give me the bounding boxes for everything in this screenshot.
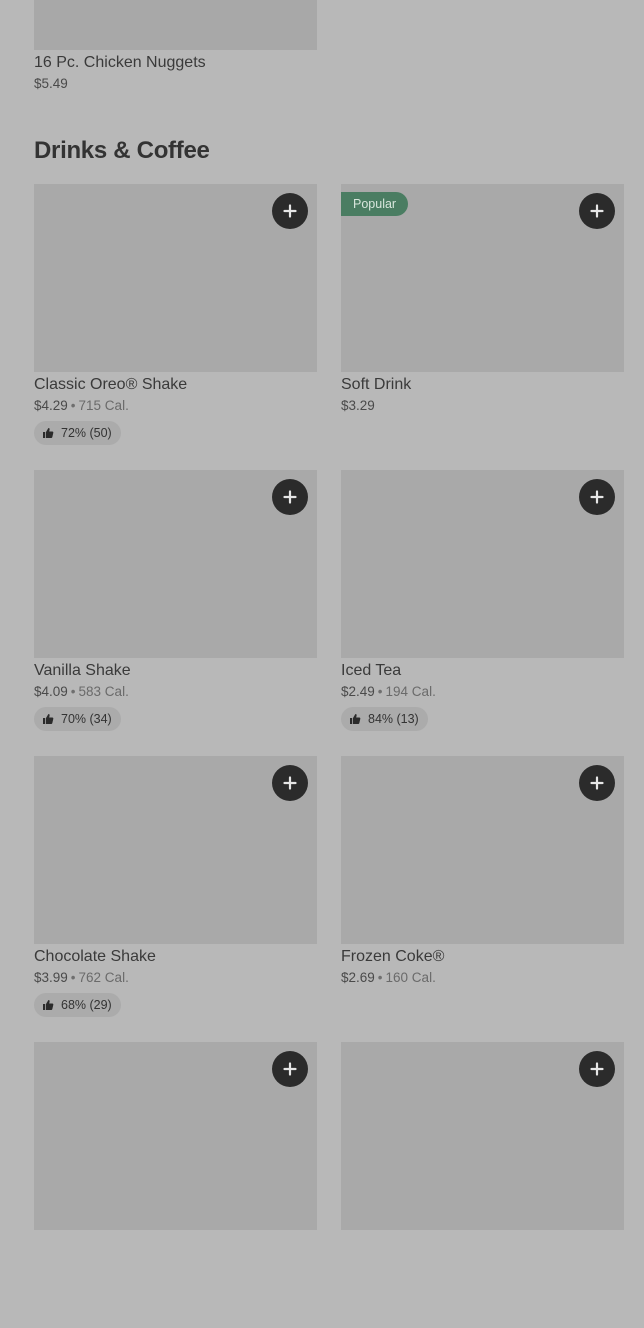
item-name: 16 Pc. Chicken Nuggets bbox=[34, 54, 206, 71]
menu-item-card[interactable]: 16 Pc. Chicken Nuggets $5.49 bbox=[34, 0, 317, 93]
item-meta: $2.49 • 194 Cal. bbox=[341, 683, 624, 701]
item-image[interactable] bbox=[34, 184, 317, 372]
rating-text: 68% (29) bbox=[61, 998, 112, 1012]
item-image[interactable] bbox=[34, 470, 317, 658]
item-calories: 762 Cal. bbox=[78, 970, 129, 985]
rating-text: 72% (50) bbox=[61, 426, 112, 440]
item-meta: $2.69 • 160 Cal. bbox=[341, 969, 624, 987]
plus-icon bbox=[590, 490, 604, 504]
plus-icon bbox=[590, 204, 604, 218]
add-to-cart-button[interactable] bbox=[579, 479, 615, 515]
thumbs-up-icon bbox=[350, 714, 361, 724]
item-meta: $5.49 bbox=[34, 75, 317, 93]
item-calories: 715 Cal. bbox=[78, 398, 129, 413]
menu-item-grid: Classic Oreo® Shake $4.29 • 715 Cal. 72% (… bbox=[34, 184, 624, 1328]
item-name: Iced Tea bbox=[341, 662, 402, 679]
item-image[interactable] bbox=[341, 470, 624, 658]
item-image[interactable] bbox=[34, 756, 317, 944]
item-image[interactable] bbox=[341, 1042, 624, 1230]
menu-item-card[interactable] bbox=[341, 1042, 624, 1328]
item-calories: 194 Cal. bbox=[385, 684, 436, 699]
add-to-cart-button[interactable] bbox=[272, 193, 308, 229]
item-price: $3.29 bbox=[341, 398, 375, 413]
item-meta: $4.29 • 715 Cal. bbox=[34, 397, 317, 415]
menu-item-card[interactable]: Classic Oreo® Shake $4.29 • 715 Cal. 72% (… bbox=[34, 184, 317, 470]
item-calories: 160 Cal. bbox=[385, 970, 436, 985]
item-meta: $3.29 bbox=[341, 397, 624, 415]
item-image[interactable] bbox=[341, 756, 624, 944]
item-image[interactable]: Popular bbox=[341, 184, 624, 372]
rating-text: 84% (13) bbox=[368, 712, 419, 726]
item-price: $2.49 bbox=[341, 684, 375, 699]
add-to-cart-button[interactable] bbox=[272, 479, 308, 515]
thumbs-up-icon bbox=[43, 1000, 54, 1010]
menu-item-card[interactable]: Popular Soft Drink $3.29 bbox=[341, 184, 624, 470]
thumbs-up-icon bbox=[43, 714, 54, 724]
item-price: $5.49 bbox=[34, 76, 68, 91]
item-name: Chocolate Shake bbox=[34, 948, 156, 965]
item-price: $2.69 bbox=[341, 970, 375, 985]
plus-icon bbox=[590, 776, 604, 790]
plus-icon bbox=[283, 204, 297, 218]
meta-separator: • bbox=[70, 970, 76, 985]
plus-icon bbox=[283, 1062, 297, 1076]
rating-chip: 70% (34) bbox=[34, 707, 121, 731]
rating-chip: 84% (13) bbox=[341, 707, 428, 731]
popular-badge: Popular bbox=[341, 192, 409, 216]
thumbs-up-icon bbox=[43, 428, 54, 438]
item-meta: $3.99 • 762 Cal. bbox=[34, 969, 317, 987]
add-to-cart-button[interactable] bbox=[579, 1051, 615, 1087]
meta-separator: • bbox=[70, 398, 76, 413]
section-title: Drinks & Coffee bbox=[34, 137, 210, 164]
menu-item-card[interactable] bbox=[34, 1042, 317, 1328]
item-name: Soft Drink bbox=[341, 376, 412, 393]
menu-item-card[interactable]: Frozen Coke® $2.69 • 160 Cal. bbox=[341, 756, 624, 1042]
plus-icon bbox=[283, 776, 297, 790]
item-name: Frozen Coke® bbox=[341, 948, 445, 965]
add-to-cart-button[interactable] bbox=[272, 765, 308, 801]
plus-icon bbox=[283, 490, 297, 504]
item-image[interactable] bbox=[34, 1042, 317, 1230]
rating-text: 70% (34) bbox=[61, 712, 112, 726]
rating-chip: 68% (29) bbox=[34, 993, 121, 1017]
item-price: $3.99 bbox=[34, 970, 68, 985]
menu-item-card[interactable]: Vanilla Shake $4.09 • 583 Cal. 70% (34) bbox=[34, 470, 317, 756]
item-meta: $4.09 • 583 Cal. bbox=[34, 683, 317, 701]
item-price: $4.29 bbox=[34, 398, 68, 413]
rating-chip: 72% (50) bbox=[34, 421, 121, 445]
add-to-cart-button[interactable] bbox=[579, 193, 615, 229]
item-price: $4.09 bbox=[34, 684, 68, 699]
add-to-cart-button[interactable] bbox=[272, 1051, 308, 1087]
meta-separator: • bbox=[70, 684, 76, 699]
menu-item-card[interactable]: Chocolate Shake $3.99 • 762 Cal. 68% (29) bbox=[34, 756, 317, 1042]
meta-separator: • bbox=[377, 970, 383, 985]
menu-item-card[interactable]: Iced Tea $2.49 • 194 Cal. 84% (13) bbox=[341, 470, 624, 756]
meta-separator: • bbox=[377, 684, 383, 699]
item-name: Vanilla Shake bbox=[34, 662, 131, 679]
item-calories: 583 Cal. bbox=[78, 684, 129, 699]
add-to-cart-button[interactable] bbox=[579, 765, 615, 801]
plus-icon bbox=[590, 1062, 604, 1076]
menu-page: 16 Pc. Chicken Nuggets $5.49 Drinks & Co… bbox=[0, 0, 644, 1230]
item-name: Classic Oreo® Shake bbox=[34, 376, 188, 393]
item-image[interactable] bbox=[34, 0, 317, 50]
